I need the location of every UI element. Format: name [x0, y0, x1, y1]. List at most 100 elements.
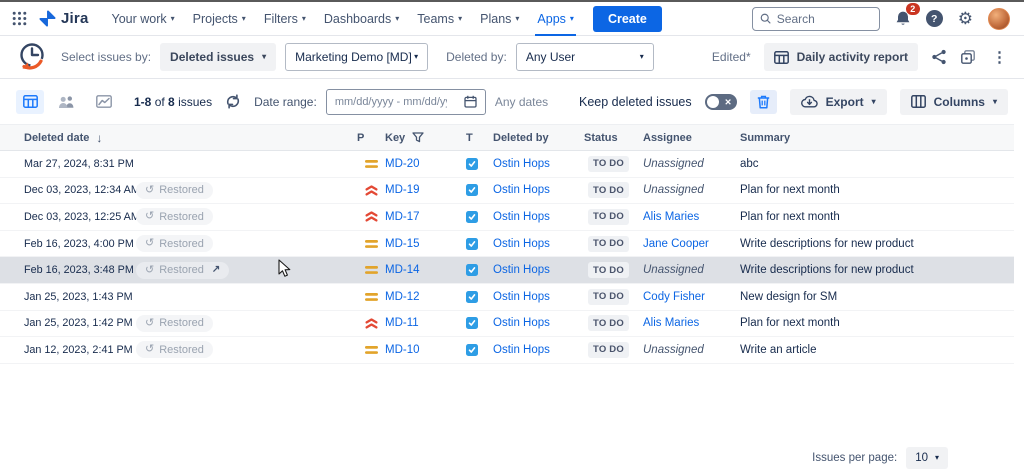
restored-badge[interactable]: ↺ Restored [136, 341, 213, 358]
jira-logo[interactable]: Jira [39, 10, 89, 27]
header-summary[interactable]: Summary [740, 132, 1014, 144]
task-type-icon [466, 291, 478, 303]
profile-button[interactable] [988, 8, 1010, 30]
assignee[interactable]: Unassigned [643, 158, 704, 170]
settings-button[interactable]: ⚙ [958, 10, 973, 27]
page-size-select[interactable]: 10 ▾ [906, 447, 948, 469]
share-button[interactable] [931, 49, 947, 65]
nav-item-projects[interactable]: Projects▾ [193, 2, 246, 36]
columns-button[interactable]: Columns ▾ [900, 89, 1008, 115]
daily-activity-report-button[interactable]: Daily activity report [764, 43, 918, 71]
search-input[interactable] [777, 12, 872, 26]
assignee[interactable]: Jane Cooper [643, 238, 709, 250]
deleted-by-link[interactable]: Ostin Hops [493, 264, 550, 276]
delete-button[interactable] [750, 90, 777, 114]
assignee[interactable]: Unassigned [643, 264, 704, 276]
issue-key-link[interactable]: MD-20 [385, 158, 420, 170]
project-select[interactable]: Marketing Demo [MD] ▾ [285, 43, 428, 71]
restored-label: Restored [159, 344, 204, 356]
nav-item-dashboards[interactable]: Dashboards▾ [324, 2, 399, 36]
issue-key-link[interactable]: MD-14 [385, 264, 420, 276]
refresh-button[interactable] [225, 94, 241, 109]
header-key[interactable]: Key [385, 132, 466, 144]
header-type[interactable]: T [466, 132, 493, 144]
assignee[interactable]: Alis Maries [643, 317, 699, 329]
assignee[interactable]: Alis Maries [643, 211, 699, 223]
deleted-date: Dec 03, 2023, 12:25 AM [24, 211, 136, 223]
table-row[interactable]: Feb 16, 2023, 3:48 PM ↺ Restored ↗ MD-14… [0, 257, 1014, 284]
deleted-by-link[interactable]: Ostin Hops [493, 344, 550, 356]
table-row[interactable]: Mar 27, 2024, 8:31 PM MD-20 Ostin Hops T… [0, 151, 1014, 178]
table-row[interactable]: Dec 03, 2023, 12:25 AM ↺ Restored MD-17 … [0, 204, 1014, 231]
table-row[interactable]: Feb 16, 2023, 4:00 PM ↺ Restored MD-15 O… [0, 231, 1014, 258]
question-mark-icon: ? [926, 10, 943, 27]
restored-badge[interactable]: ↺ Restored [136, 315, 213, 332]
table-row[interactable]: Jan 25, 2023, 1:42 PM ↺ Restored MD-11 O… [0, 311, 1014, 338]
assignee[interactable]: Cody Fisher [643, 291, 705, 303]
assignee[interactable]: Unassigned [643, 344, 704, 356]
table-view-button[interactable] [16, 90, 44, 114]
table-row[interactable]: Jan 12, 2023, 2:41 PM ↺ Restored MD-10 O… [0, 337, 1014, 364]
help-button[interactable]: ? [926, 10, 943, 27]
issue-key-link[interactable]: MD-17 [385, 211, 420, 223]
issue-key-link[interactable]: MD-11 [385, 317, 419, 329]
assignee-cell: Unassigned [643, 264, 740, 276]
header-status[interactable]: Status [584, 132, 643, 144]
create-button[interactable]: Create [593, 6, 662, 32]
header-priority[interactable]: P [357, 132, 385, 144]
nav-item-apps[interactable]: Apps▾ [537, 2, 574, 36]
issues-filter-dropdown[interactable]: Deleted issues ▾ [160, 43, 276, 71]
issue-key-link[interactable]: MD-19 [385, 184, 420, 196]
task-type-icon [466, 184, 478, 196]
issue-key-link[interactable]: MD-12 [385, 291, 420, 303]
more-options-button[interactable]: ⋮ [989, 50, 1010, 65]
deleted-by-link[interactable]: Ostin Hops [493, 184, 550, 196]
deleted-by-link[interactable]: Ostin Hops [493, 238, 550, 250]
export-button[interactable]: Export ▾ [790, 89, 887, 115]
priority-cell [357, 345, 385, 355]
notifications-button[interactable]: 2 [895, 10, 911, 27]
nav-item-your-work[interactable]: Your work▾ [112, 2, 175, 36]
duplicate-button[interactable] [960, 49, 976, 65]
jira-logo-icon [39, 10, 56, 27]
date-range-input[interactable] [335, 96, 447, 108]
status-badge: TO DO [588, 315, 629, 331]
app-switcher-icon[interactable] [12, 11, 27, 26]
deleted-by-link[interactable]: Ostin Hops [493, 317, 550, 329]
header-assignee[interactable]: Assignee [643, 132, 740, 144]
issue-key-link[interactable]: MD-10 [385, 344, 420, 356]
table-row[interactable]: Dec 03, 2023, 12:34 AM ↺ Restored MD-19 … [0, 178, 1014, 205]
nav-item-filters[interactable]: Filters▾ [264, 2, 306, 36]
restored-badge[interactable]: ↺ Restored [136, 235, 213, 252]
global-search[interactable] [752, 7, 880, 31]
nav-item-teams[interactable]: Teams▾ [417, 2, 462, 36]
issue-key-link[interactable]: MD-15 [385, 238, 420, 250]
summary: Write an article [740, 344, 1014, 356]
restored-badge[interactable]: ↺ Restored [136, 182, 213, 199]
toggle-knob [707, 96, 719, 108]
chart-view-button[interactable] [90, 90, 118, 114]
header-deleted-date[interactable]: Deleted date ↓ [24, 131, 357, 145]
filter-funnel-icon[interactable] [412, 132, 424, 143]
deleted-by-select[interactable]: Any User ▾ [516, 43, 654, 71]
key-cell: MD-17 [385, 211, 466, 223]
deleted-by-link[interactable]: Ostin Hops [493, 211, 550, 223]
external-link-icon[interactable]: ↗ [212, 265, 220, 275]
keep-deleted-issues-toggle[interactable]: ✕ [705, 94, 737, 110]
share-icon [931, 49, 947, 65]
key-cell: MD-11 [385, 317, 466, 329]
summary: Plan for next month [740, 317, 1014, 329]
header-deleted-by[interactable]: Deleted by [493, 132, 584, 144]
deleted-date-cell: Jan 25, 2023, 1:42 PM ↺ Restored [24, 315, 357, 332]
pagination: Issues per page: 10 ▾ [812, 447, 948, 469]
deleted-by-link[interactable]: Ostin Hops [493, 158, 550, 170]
nav-item-plans[interactable]: Plans▾ [480, 2, 519, 36]
date-range-field[interactable] [326, 89, 486, 115]
restored-badge[interactable]: ↺ Restored [136, 208, 213, 225]
table-row[interactable]: Jan 25, 2023, 1:43 PM MD-12 Ostin Hops T… [0, 284, 1014, 311]
users-view-button[interactable] [53, 90, 81, 114]
type-cell [466, 238, 493, 250]
deleted-by-link[interactable]: Ostin Hops [493, 291, 550, 303]
assignee[interactable]: Unassigned [643, 184, 704, 196]
restored-badge[interactable]: ↺ Restored ↗ [136, 262, 229, 279]
